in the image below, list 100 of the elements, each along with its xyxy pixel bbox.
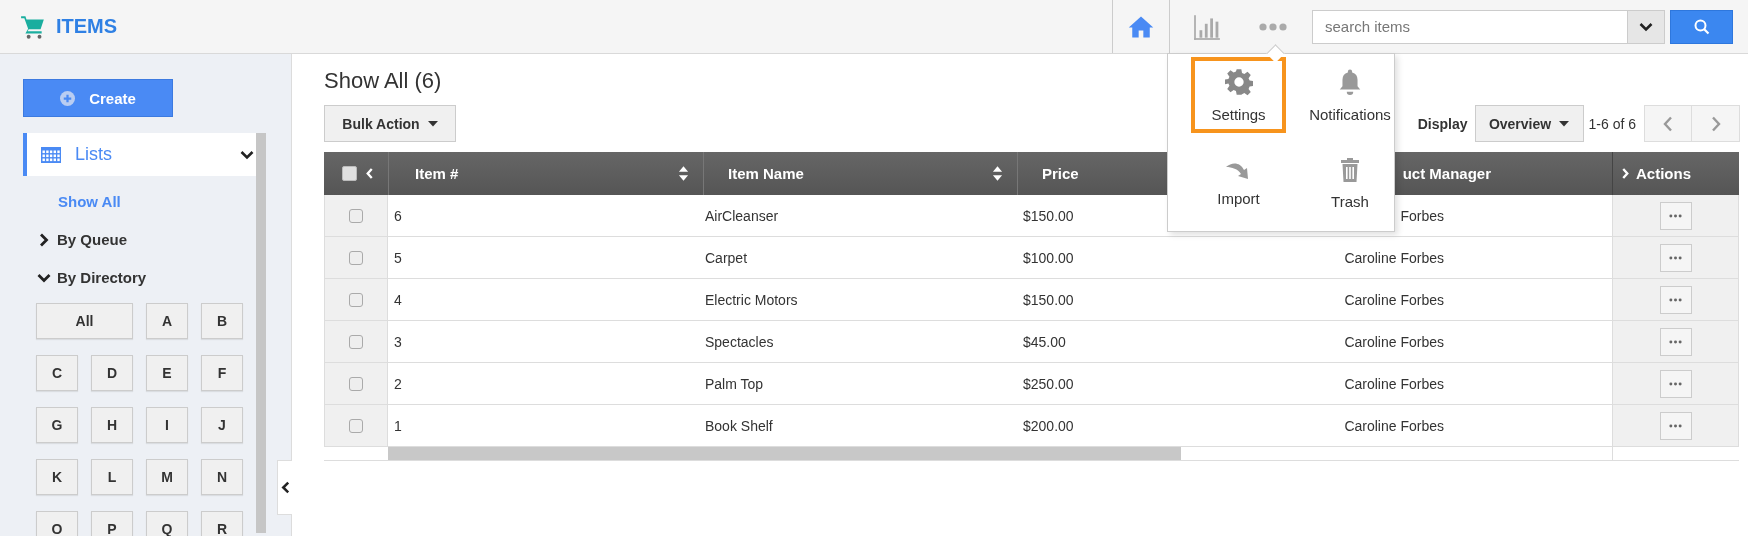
chevron-left-icon[interactable] [365,167,374,180]
previous-page-button[interactable] [1644,105,1692,142]
directory-letter-button[interactable]: P [91,511,133,536]
gear-icon [1224,67,1253,96]
chevron-left-icon [280,481,290,494]
directory-letter-button[interactable]: A [146,303,188,339]
app-title: ITEMS [56,15,118,38]
caret-icon [1559,120,1570,127]
page-range: 1-6 of 6 [1588,115,1636,132]
table-cell: $200.00 [1023,417,1074,434]
table-cell: Book Shelf [705,417,773,434]
table-cell: Caroline Forbes [1344,375,1444,392]
table-cell: $100.00 [1023,249,1074,266]
ellipsis-icon [1669,339,1682,344]
directory-letter-button[interactable]: E [146,355,188,391]
table-cell: Caroline Forbes [1344,249,1444,266]
directory-letter-button[interactable]: K [36,459,78,495]
table-cell: 4 [394,291,402,308]
directory-letter-button[interactable]: G [36,407,78,443]
ellipsis-icon [1669,381,1682,386]
directory-letter-button[interactable]: L [91,459,133,495]
row-checkbox[interactable] [349,418,363,433]
search-button[interactable] [1670,9,1733,44]
column-header: Price [1042,165,1079,182]
table-cell: Caroline Forbes [1344,417,1444,434]
table-cell: 3 [394,333,402,350]
directory-letter-button[interactable]: All [36,303,133,339]
directory-letter-button[interactable]: O [36,511,78,536]
table-cell: 5 [394,249,402,266]
import-menu-item[interactable]: Import [1191,145,1286,221]
ellipsis-icon [1669,255,1682,260]
directory-letter-button[interactable]: R [201,511,243,536]
directory-letter-button[interactable]: H [91,407,133,443]
home-tab[interactable] [1112,0,1170,53]
horizontal-scrollbar[interactable] [388,447,1613,460]
calendar-icon [41,146,61,163]
table-cell: Carpet [705,249,748,266]
chevron-right-icon [1710,115,1721,132]
search-dropdown-button[interactable] [1628,9,1665,44]
directory-letter-button[interactable]: N [201,459,243,495]
table-cell: Spectacles [705,333,774,350]
trash-menu-item[interactable]: Trash [1300,145,1400,221]
display-label: Display [1417,115,1468,132]
table-cell: $150.00 [1023,291,1074,308]
table-cell: $250.00 [1023,375,1074,392]
ellipsis-icon [1669,423,1682,428]
bulk-action-button[interactable]: Bulk Action [324,105,456,142]
row-checkbox[interactable] [349,334,363,349]
display-dropdown[interactable]: Overview [1474,105,1584,142]
row-checkbox[interactable] [349,376,363,391]
row-checkbox[interactable] [349,250,363,265]
directory-letter-button[interactable]: Q [146,511,188,536]
ellipsis-icon [1669,297,1682,302]
next-page-button[interactable] [1692,105,1740,142]
more-icon [1258,21,1288,32]
directory-letter-button[interactable]: C [36,355,78,391]
row-actions-button[interactable] [1659,369,1692,398]
plus-circle-icon [60,90,76,106]
table-cell: AirCleanser [705,207,779,224]
row-actions-button[interactable] [1659,327,1692,356]
trash-icon [1340,156,1360,183]
directory-letter-button[interactable]: M [146,459,188,495]
chevron-down-icon [1639,21,1653,32]
table-cell: 6 [394,207,402,224]
sidebar-group[interactable]: By Queue [37,231,256,248]
chevron-right-icon[interactable] [1621,167,1630,180]
row-checkbox[interactable] [349,208,363,223]
directory-letter-button[interactable]: J [201,407,243,443]
directory-letter-button[interactable]: I [146,407,188,443]
sort-icon[interactable] [992,165,1003,182]
directory-letter-button[interactable]: F [201,355,243,391]
directory-letter-button[interactable]: B [201,303,243,339]
row-checkbox[interactable] [349,292,363,307]
row-actions-button[interactable] [1659,243,1692,272]
column-header: Actions [1636,165,1691,182]
notifications-menu-item[interactable]: Notifications [1300,57,1400,133]
table-cell: Forbes [1400,207,1444,224]
sidebar-group[interactable]: By Directory [37,269,256,286]
table-cell: Caroline Forbes [1344,333,1444,350]
search-field[interactable]: search items [1312,9,1628,44]
column-header[interactable]: Item # [415,165,678,182]
select-all-checkbox[interactable] [342,166,357,181]
ellipsis-icon [1669,213,1682,218]
settings-menu-item[interactable]: Settings [1191,57,1286,133]
directory-letter-button[interactable]: D [91,355,133,391]
scrollbar[interactable] [256,133,266,533]
table-cell: Palm Top [705,375,764,392]
collapse-sidebar-button[interactable] [277,460,292,515]
row-actions-button[interactable] [1659,285,1692,314]
column-header: uct Manager [1402,165,1491,182]
column-header[interactable]: Item Name [728,165,992,182]
row-actions-button[interactable] [1659,411,1692,440]
table-cell: 2 [394,375,402,392]
table-cell: 1 [394,417,402,434]
chevron-left-icon [1663,115,1673,132]
sort-icon[interactable] [678,165,689,182]
table-cell: Caroline Forbes [1344,291,1444,308]
table-cell: $45.00 [1023,333,1066,350]
table-cell: $150.00 [1023,207,1074,224]
row-actions-button[interactable] [1659,201,1692,230]
